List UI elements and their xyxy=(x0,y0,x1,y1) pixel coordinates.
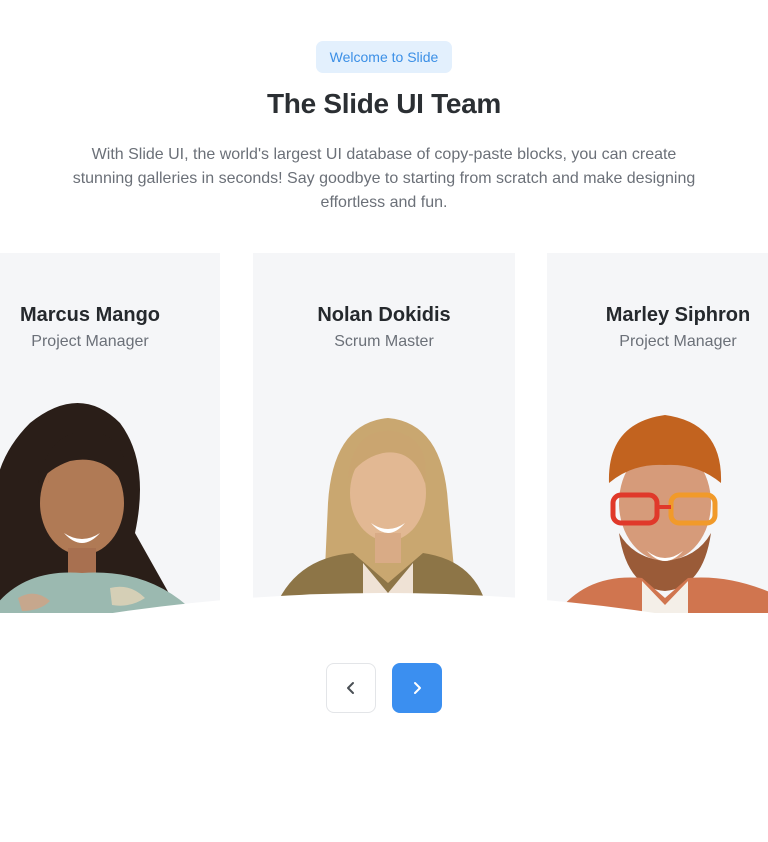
page-title: The Slide UI Team xyxy=(267,88,501,119)
next-button[interactable] xyxy=(392,663,442,713)
member-photo xyxy=(0,403,195,613)
member-role: Project Manager xyxy=(619,333,737,350)
team-carousel[interactable]: Marcus Mango Project Manager Nolan Dokid… xyxy=(0,253,768,653)
team-card[interactable]: Marley Siphron Project Manager xyxy=(547,253,768,613)
chevron-right-icon xyxy=(414,682,421,694)
member-role: Scrum Master xyxy=(334,333,434,350)
chevron-left-icon xyxy=(347,682,354,694)
curve-divider xyxy=(0,593,768,653)
member-photo xyxy=(557,415,768,613)
prev-button[interactable] xyxy=(326,663,376,713)
team-card[interactable]: Marcus Mango Project Manager xyxy=(0,253,220,613)
member-name: Marcus Mango xyxy=(19,304,161,326)
member-name: Marley Siphron xyxy=(605,304,751,326)
member-photo xyxy=(273,418,488,613)
member-name: Nolan Dokidis xyxy=(317,304,451,326)
team-card[interactable]: Nolan Dokidis Scrum Master xyxy=(253,253,515,613)
welcome-badge: Welcome to Slide xyxy=(316,41,452,73)
page-subtitle: With Slide UI, the world's largest UI da… xyxy=(72,146,696,211)
member-role: Project Manager xyxy=(31,333,149,350)
